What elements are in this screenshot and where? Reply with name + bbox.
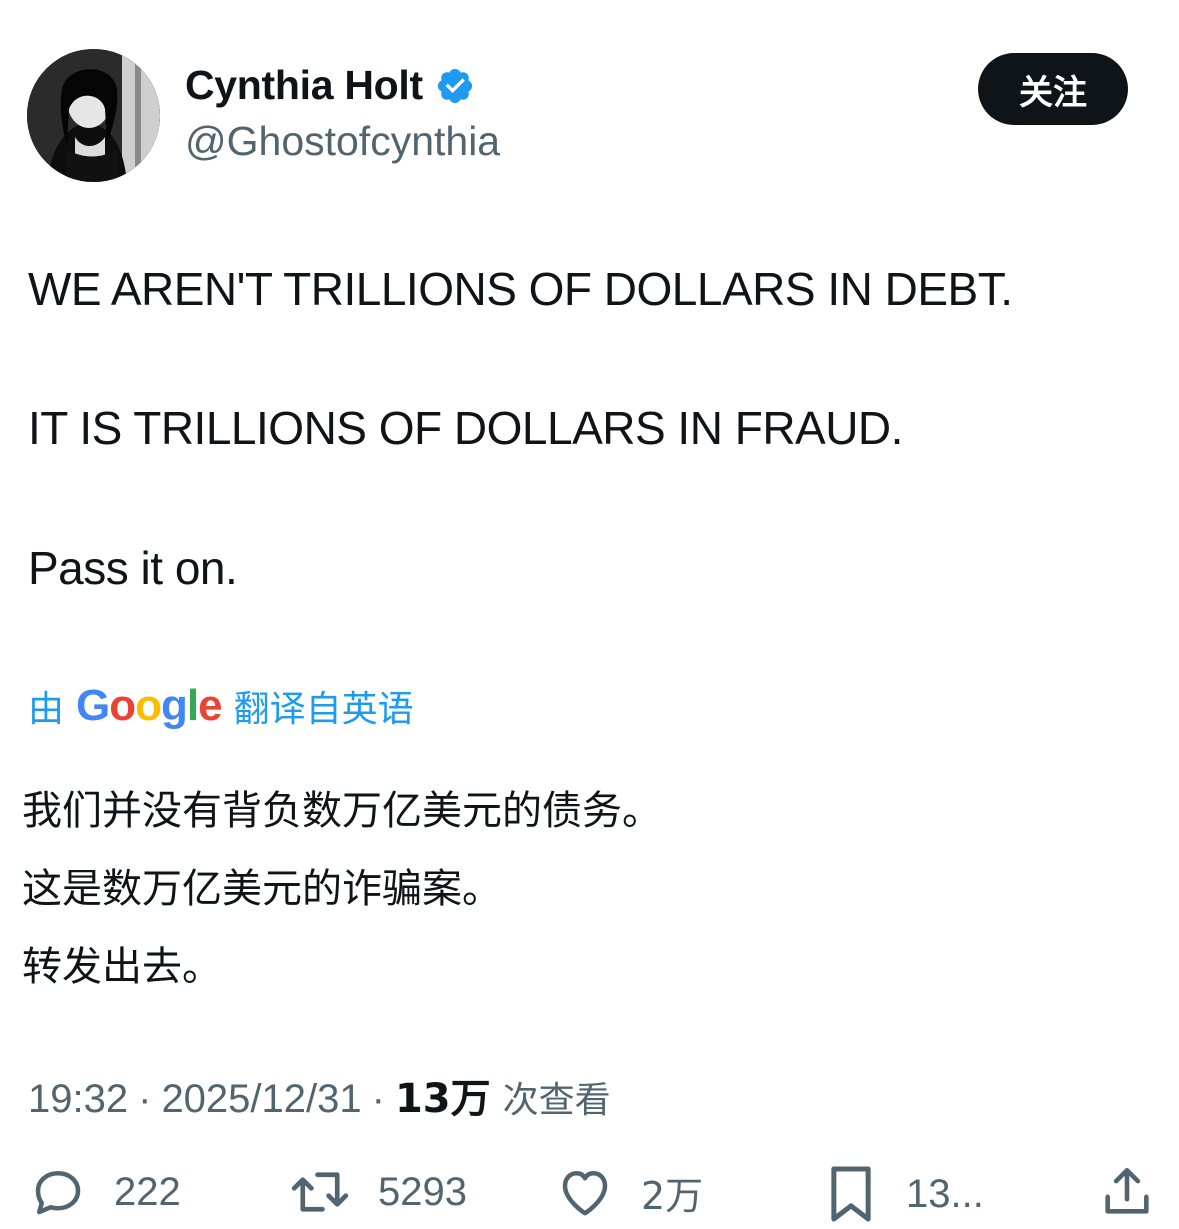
google-logo: Google	[76, 681, 223, 730]
share-icon	[1105, 1167, 1149, 1214]
tweet-text-line-3: Pass it on.	[28, 542, 238, 594]
verified-badge-icon	[437, 68, 472, 103]
tweet-date[interactable]: 2025/12/31	[161, 1077, 361, 1122]
reply-count: 222	[114, 1169, 181, 1214]
retweet-count: 5293	[378, 1169, 467, 1214]
author-name-row[interactable]: Cynthia Holt	[185, 62, 475, 109]
reply-icon	[35, 1171, 81, 1215]
bookmark-icon	[831, 1166, 871, 1222]
meta-separator: ·	[138, 1077, 152, 1121]
translated-line-3: 转发出去。	[22, 944, 222, 990]
follow-button[interactable]: 关注	[978, 53, 1128, 125]
like-count: 2万	[641, 1173, 704, 1218]
tweet-time[interactable]: 19:32	[28, 1077, 128, 1122]
view-count[interactable]: 13万	[395, 1066, 491, 1124]
translation-suffix: 翻译自英语	[233, 689, 414, 730]
avatar[interactable]	[27, 49, 160, 182]
translation-prefix: 由	[28, 689, 65, 730]
view-label: 次查看	[502, 1080, 611, 1121]
share-button[interactable]	[1098, 1162, 1156, 1222]
author-name[interactable]: Cynthia Holt	[185, 62, 423, 109]
tweet-meta: 19:32 · 2025/12/31 · 13万 次查看	[28, 1066, 611, 1124]
bookmark-button[interactable]: 13...	[822, 1162, 984, 1226]
avatar-photo	[27, 49, 160, 182]
retweet-button[interactable]: 5293	[288, 1162, 467, 1222]
meta-separator: ·	[371, 1077, 385, 1121]
translated-line-2: 这是数万亿美元的诈骗案。	[22, 866, 502, 912]
retweet-icon	[291, 1172, 349, 1212]
translated-line-1: 我们并没有背负数万亿美元的债务。	[22, 788, 662, 834]
bookmark-count: 13...	[906, 1171, 984, 1216]
like-button[interactable]: 2万	[555, 1162, 703, 1222]
translated-by-google[interactable]: 由 Google 翻译自英语	[28, 680, 414, 732]
reply-button[interactable]: 222	[28, 1162, 181, 1222]
author-handle[interactable]: @Ghostofcynthia	[185, 118, 500, 165]
tweet-text-line-1: WE AREN'T TRILLIONS OF DOLLARS IN DEBT.	[28, 263, 1013, 315]
tweet-text-line-2: IT IS TRILLIONS OF DOLLARS IN FRAUD.	[28, 402, 903, 454]
heart-icon	[562, 1171, 608, 1216]
